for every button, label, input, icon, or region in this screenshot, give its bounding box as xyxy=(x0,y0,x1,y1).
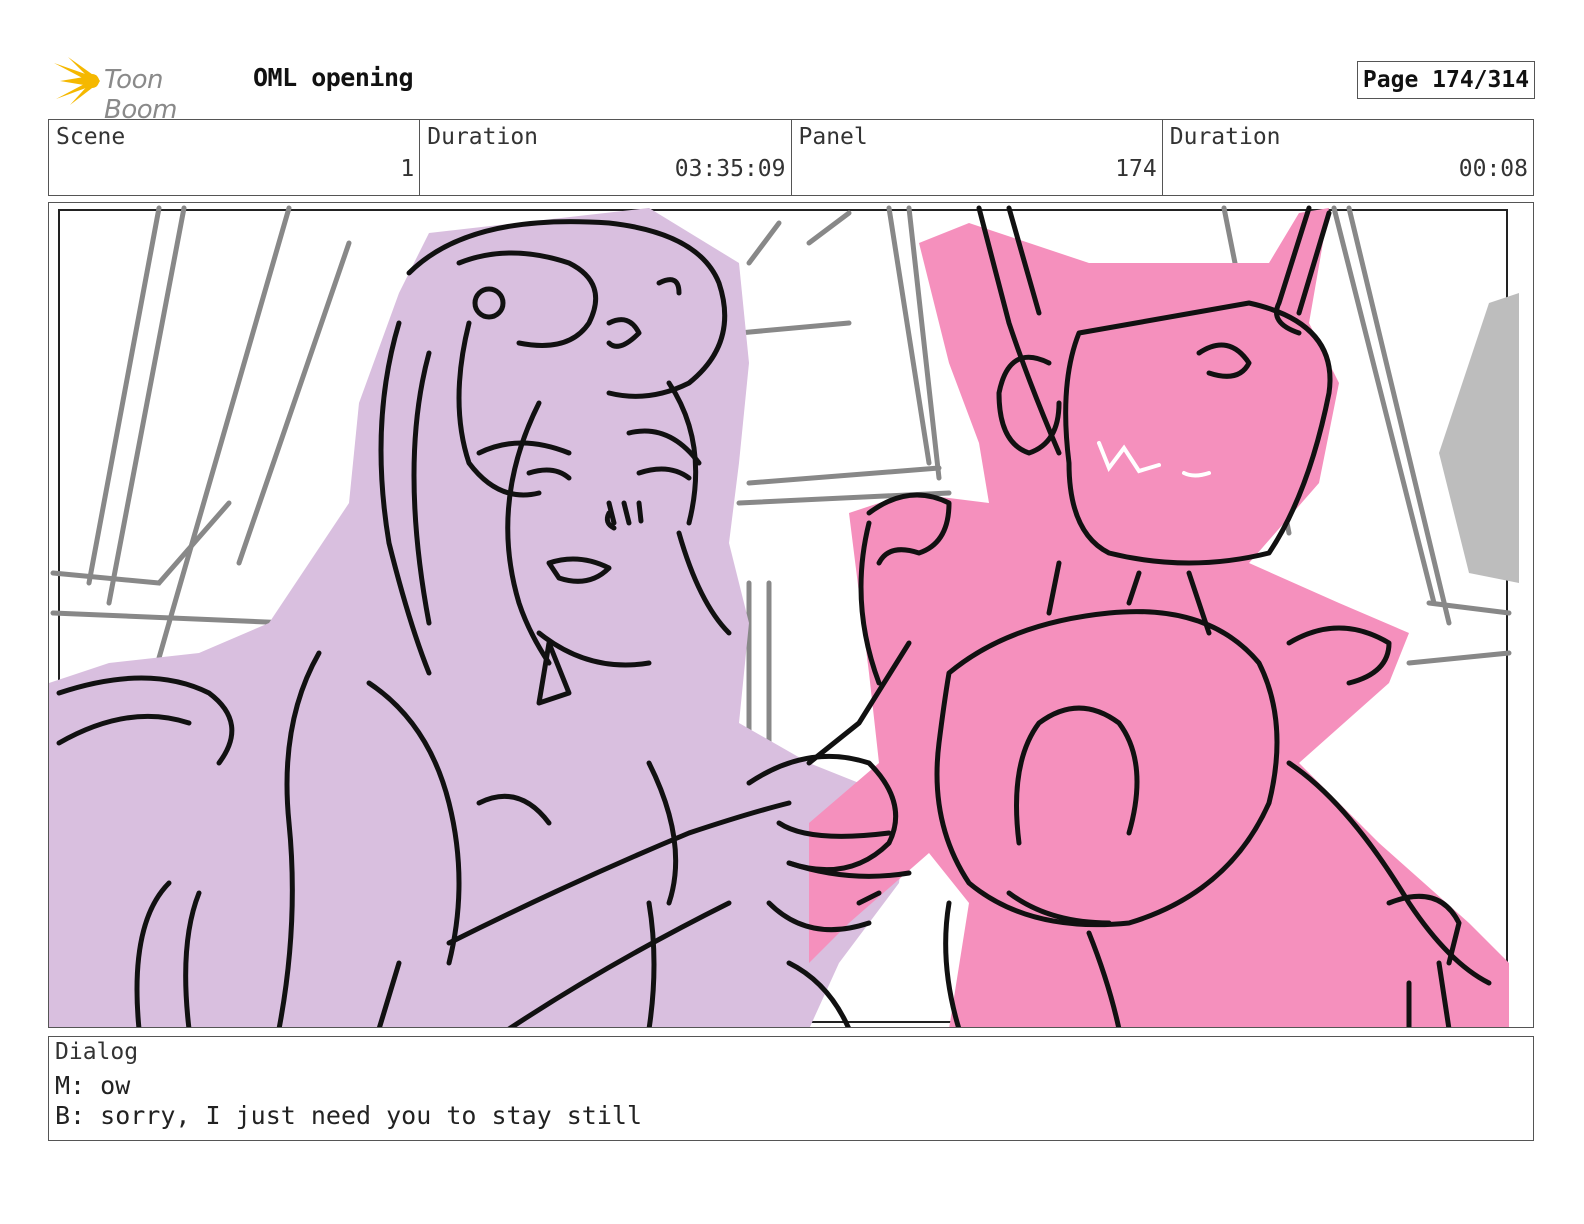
panel-duration-value: 00:08 xyxy=(1458,156,1528,182)
panel-duration-cell: Duration 00:08 xyxy=(1163,120,1533,195)
project-title: OML opening xyxy=(253,63,414,92)
scene-duration-label: Duration xyxy=(427,124,539,150)
dialog-line: B: sorry, I just need you to stay still xyxy=(55,1101,642,1130)
scene-label: Scene xyxy=(56,124,126,150)
dialog-box: Dialog M: ow B: sorry, I just need you t… xyxy=(48,1036,1534,1141)
scene-duration-cell: Duration 03:35:09 xyxy=(420,120,792,195)
dialog-line: M: ow xyxy=(55,1071,131,1100)
scene-cell: Scene 1 xyxy=(49,120,421,195)
logo-text: Toon Boom xyxy=(104,65,177,125)
starburst-icon xyxy=(54,57,100,105)
panel-value: 174 xyxy=(1115,156,1157,182)
storyboard-header: Toon Boom OML opening Page 174/314 xyxy=(50,55,1535,125)
scene-duration-value: 03:35:09 xyxy=(674,156,786,182)
right-character-fill xyxy=(809,208,1509,1027)
panel-duration-label: Duration xyxy=(1169,124,1281,150)
panel-cell: Panel 174 xyxy=(792,120,1163,195)
background-shading xyxy=(1439,293,1519,583)
page-indicator: Page 174/314 xyxy=(1357,61,1535,99)
scene-value: 1 xyxy=(400,156,415,182)
panel-info-row: Scene 1 Duration 03:35:09 Panel 174 Dura… xyxy=(48,119,1534,196)
toon-boom-logo: Toon Boom xyxy=(50,55,240,125)
dialog-label: Dialog xyxy=(55,1039,139,1065)
storyboard-panel xyxy=(48,202,1534,1028)
panel-label: Panel xyxy=(798,124,868,150)
panel-sketch xyxy=(49,205,1519,1027)
